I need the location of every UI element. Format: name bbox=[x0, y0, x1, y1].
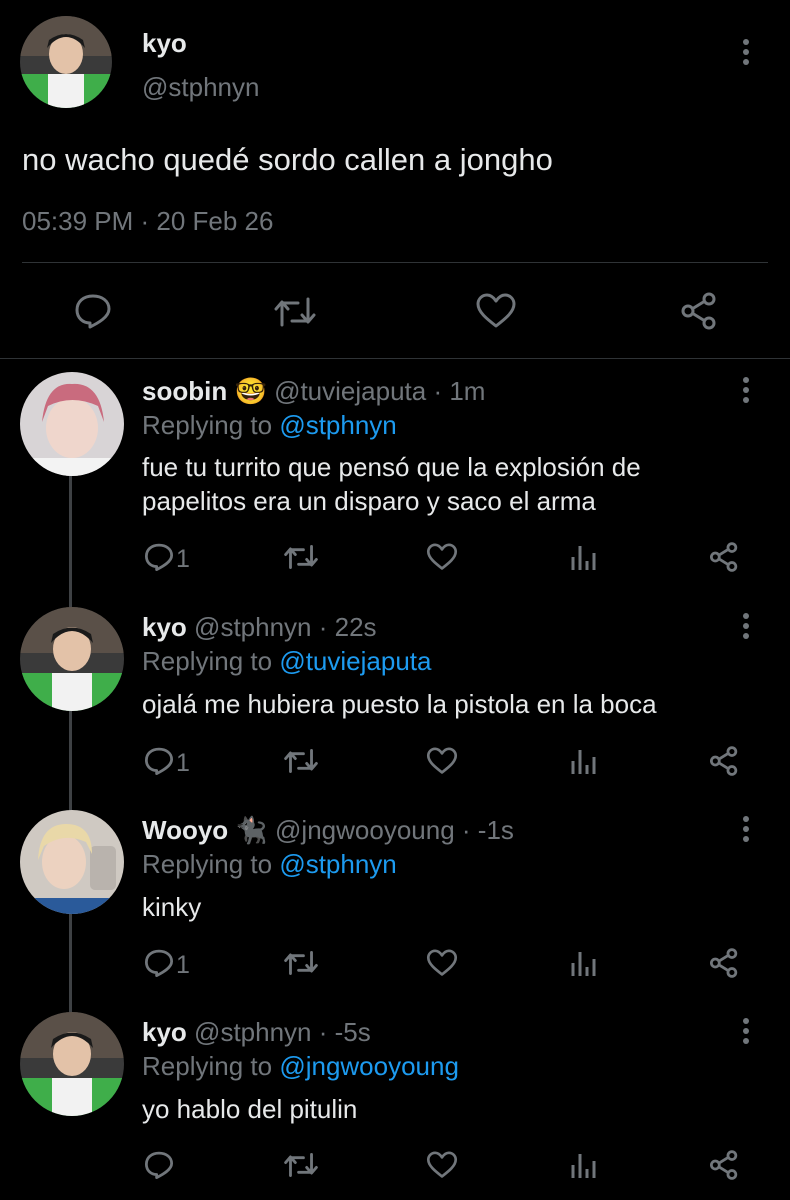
author-name[interactable]: kyo bbox=[142, 612, 187, 642]
tweet-text: no wacho quedé sordo callen a jongho bbox=[22, 142, 553, 177]
avatar[interactable] bbox=[20, 810, 124, 914]
reply-header: kyo @stphnyn · 22s bbox=[142, 612, 377, 643]
author-handle[interactable]: @stphnyn bbox=[142, 72, 259, 103]
reply-count: 1 bbox=[176, 545, 190, 573]
share-icon[interactable] bbox=[679, 292, 719, 330]
reply-text-line: kinky bbox=[142, 892, 202, 922]
reply-icon[interactable] bbox=[74, 293, 112, 329]
replying-to: Replying to @tuviejaputa bbox=[142, 646, 431, 677]
avatar[interactable] bbox=[20, 607, 124, 711]
views-icon[interactable] bbox=[570, 747, 596, 775]
replying-label: Replying to bbox=[142, 849, 273, 879]
emoji: 🐈‍⬛ bbox=[235, 815, 268, 845]
retweet-icon[interactable] bbox=[274, 295, 316, 329]
replying-handle[interactable]: @stphnyn bbox=[279, 849, 396, 879]
reply-time[interactable]: · 1m bbox=[433, 376, 485, 406]
author-handle[interactable]: @stphnyn bbox=[194, 612, 311, 642]
author-handle[interactable]: @jngwooyoung bbox=[275, 815, 455, 845]
author-handle[interactable]: @tuviejaputa bbox=[274, 376, 426, 406]
reply-icon[interactable] bbox=[144, 746, 174, 776]
like-icon[interactable] bbox=[475, 293, 517, 329]
reply-text-line: fue tu turrito que pensó que la explosió… bbox=[142, 452, 641, 482]
replying-handle[interactable]: @jngwooyoung bbox=[279, 1051, 459, 1081]
retweet-icon[interactable] bbox=[284, 747, 318, 775]
reply-time[interactable]: · -5s bbox=[319, 1017, 371, 1047]
like-icon[interactable] bbox=[426, 1151, 458, 1179]
reply-count: 1 bbox=[176, 951, 190, 979]
views-icon[interactable] bbox=[570, 949, 596, 977]
more-icon[interactable] bbox=[739, 1017, 753, 1047]
avatar[interactable] bbox=[20, 16, 112, 108]
more-icon[interactable] bbox=[739, 38, 753, 68]
reply-text-line: yo hablo del pitulin bbox=[142, 1094, 358, 1124]
views-icon[interactable] bbox=[570, 543, 596, 571]
reply-icon[interactable] bbox=[144, 542, 174, 572]
retweet-icon[interactable] bbox=[284, 1151, 318, 1179]
views-icon[interactable] bbox=[570, 1151, 596, 1179]
thread-line bbox=[69, 470, 72, 1050]
reply-icon[interactable] bbox=[144, 948, 174, 978]
replying-label: Replying to bbox=[142, 410, 273, 440]
share-icon[interactable] bbox=[708, 948, 740, 978]
like-icon[interactable] bbox=[426, 747, 458, 775]
tweet-timestamp[interactable]: 05:39 PM · 20 Feb 26 bbox=[22, 206, 273, 237]
replying-to: Replying to @stphnyn bbox=[142, 410, 397, 441]
author-handle[interactable]: @stphnyn bbox=[194, 1017, 311, 1047]
reply-header: Wooyo 🐈‍⬛ @jngwooyoung · -1s bbox=[142, 815, 514, 846]
reply-count: 1 bbox=[176, 749, 190, 777]
share-icon[interactable] bbox=[708, 1150, 740, 1180]
replying-handle[interactable]: @tuviejaputa bbox=[279, 646, 431, 676]
divider bbox=[0, 358, 790, 359]
reply-time[interactable]: · 22s bbox=[319, 612, 377, 642]
reply-time[interactable]: · -1s bbox=[462, 815, 514, 845]
reply-icon[interactable] bbox=[144, 1150, 174, 1180]
more-icon[interactable] bbox=[739, 815, 753, 845]
author-name[interactable]: kyo bbox=[142, 1017, 187, 1047]
replying-label: Replying to bbox=[142, 646, 273, 676]
like-icon[interactable] bbox=[426, 543, 458, 571]
share-icon[interactable] bbox=[708, 746, 740, 776]
reply-header: kyo @stphnyn · -5s bbox=[142, 1017, 371, 1048]
emoji: 🤓 bbox=[234, 376, 267, 406]
author-name[interactable]: soobin bbox=[142, 376, 227, 406]
reply-header: soobin 🤓 @tuviejaputa · 1m bbox=[142, 376, 485, 407]
retweet-icon[interactable] bbox=[284, 543, 318, 571]
avatar[interactable] bbox=[20, 1012, 124, 1116]
author-name[interactable]: Wooyo bbox=[142, 815, 228, 845]
replying-to: Replying to @stphnyn bbox=[142, 849, 397, 880]
avatar[interactable] bbox=[20, 372, 124, 476]
more-icon[interactable] bbox=[739, 612, 753, 642]
replying-label: Replying to bbox=[142, 1051, 273, 1081]
divider bbox=[22, 262, 768, 263]
reply-text-line: ojalá me hubiera puesto la pistola en la… bbox=[142, 689, 657, 719]
reply-text-line: papelitos era un disparo y saco el arma bbox=[142, 486, 596, 516]
like-icon[interactable] bbox=[426, 949, 458, 977]
more-icon[interactable] bbox=[739, 376, 753, 406]
share-icon[interactable] bbox=[708, 542, 740, 572]
replying-to: Replying to @jngwooyoung bbox=[142, 1051, 459, 1082]
author-name[interactable]: kyo bbox=[142, 28, 187, 59]
replying-handle[interactable]: @stphnyn bbox=[279, 410, 396, 440]
retweet-icon[interactable] bbox=[284, 949, 318, 977]
